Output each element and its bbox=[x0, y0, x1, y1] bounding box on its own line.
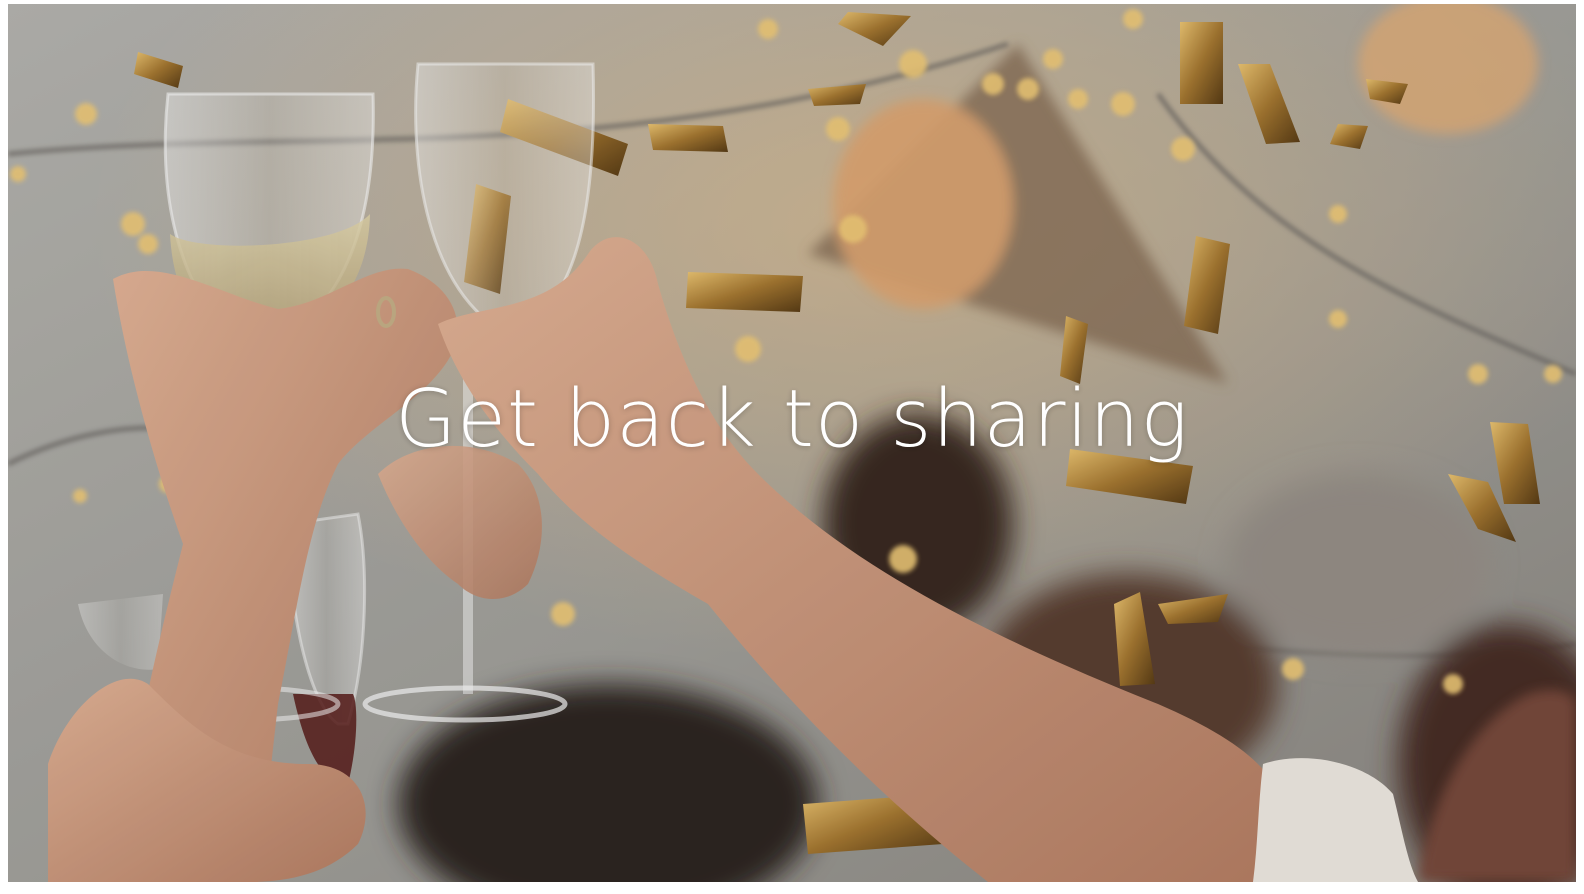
hero-banner: Get back to sharing bbox=[8, 4, 1576, 882]
hero-headline: Get back to sharing bbox=[395, 373, 1189, 465]
